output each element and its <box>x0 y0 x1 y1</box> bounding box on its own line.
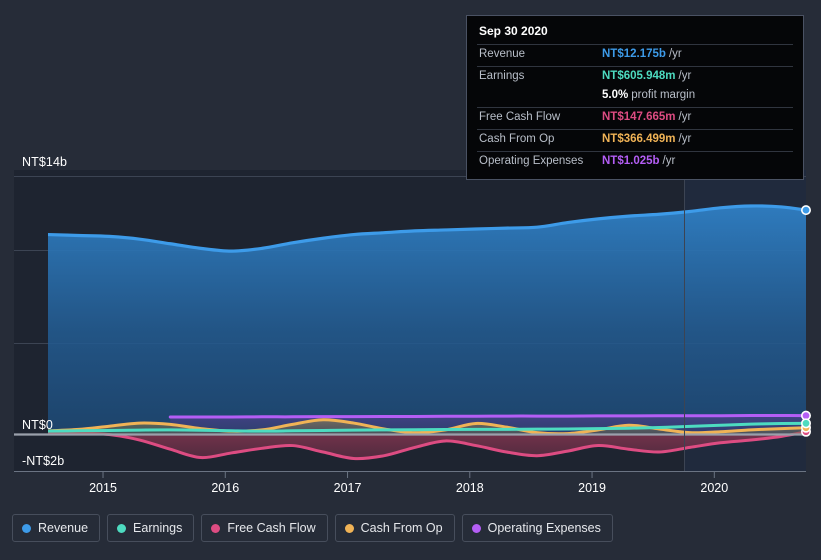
tooltip-row-label: Cash From Op <box>479 133 555 145</box>
tooltip-row-value: NT$12.175b <box>602 48 666 60</box>
tooltip-row-label: Operating Expenses <box>479 155 584 167</box>
tooltip-row: 5.0% profit margin <box>477 88 793 107</box>
tooltip-row-unit: /yr <box>662 155 676 167</box>
x-tick-label-2018: 2018 <box>455 481 484 495</box>
financial-chart: NT$14b NT$0 -NT$2b 2015 2016 2017 2018 2019 2… <box>0 0 821 560</box>
tooltip-row-unit: profit margin <box>631 89 696 101</box>
tooltip-row-label: Revenue <box>479 48 526 60</box>
tooltip-row-unit: /yr <box>678 70 692 82</box>
x-tick-label-2016: 2016 <box>211 481 240 495</box>
y-axis-label-min: -NT$2b <box>22 454 65 468</box>
y-axis-label-zero: NT$0 <box>22 418 53 432</box>
legend-item-operating-expenses[interactable]: Operating Expenses <box>461 514 613 542</box>
x-tick-label-2015: 2015 <box>89 481 117 495</box>
tooltip-row-label: Free Cash Flow <box>479 111 561 123</box>
data-tooltip: Sep 30 2020 Revenue NT$12.175b/yr Earnings… <box>466 15 804 180</box>
y-axis-label-max: NT$14b <box>22 155 68 169</box>
tooltip-row: Free Cash Flow NT$147.665m/yr <box>477 107 793 129</box>
chart-legend[interactable]: Revenue Earnings Free Cash Flow Cash From O… <box>12 514 613 542</box>
tooltip-row-label: Earnings <box>479 70 525 82</box>
x-tick-label-2020: 2020 <box>700 481 729 495</box>
x-tick-label-2017: 2017 <box>333 481 362 495</box>
legend-item-earnings[interactable]: Earnings <box>107 514 195 542</box>
tooltip-row-value: 5.0% <box>602 89 629 101</box>
legend-item-label: Revenue <box>38 521 89 535</box>
series-line-operating-expenses[interactable] <box>168 414 806 419</box>
tooltip-row: Cash From Op NT$366.499m/yr <box>477 129 793 151</box>
tooltip-row-unit: /yr <box>678 133 692 145</box>
tooltip-row: Revenue NT$12.175b/yr <box>477 44 793 66</box>
legend-item-label: Earnings <box>133 521 183 535</box>
legend-color-dot-icon <box>117 523 127 533</box>
legend-color-dot-icon <box>344 523 354 533</box>
endpoint-marker-earnings[interactable] <box>800 418 811 429</box>
series-layer <box>48 204 806 461</box>
endpoint-marker-revenue[interactable] <box>800 205 811 216</box>
x-tick-label-2019: 2019 <box>578 481 606 495</box>
legend-item-label: Free Cash Flow <box>227 521 316 535</box>
tooltip-rows: Revenue NT$12.175b/yr Earnings NT$605.948m /… <box>477 44 793 173</box>
x-axis-ticks <box>102 472 715 478</box>
legend-item-label: Cash From Op <box>360 521 443 535</box>
tooltip-row: Operating Expenses NT$1.025b/yr <box>477 151 793 173</box>
legend-item-revenue[interactable]: Revenue <box>12 514 101 542</box>
tooltip-row-value: NT$366.499m <box>602 133 676 145</box>
legend-color-dot-icon <box>22 523 31 533</box>
tooltip-date: Sep 30 2020 <box>479 24 548 38</box>
tooltip-row-unit: /yr <box>668 48 682 60</box>
tooltip-row: Earnings NT$605.948m/yr <box>477 66 793 88</box>
tooltip-row-value: NT$147.665m <box>602 111 676 123</box>
legend-item-cash-from-op[interactable]: Cash From Op <box>334 514 455 542</box>
legend-color-dot-icon <box>211 523 221 533</box>
tooltip-row-value: NT$1.025b <box>602 155 660 167</box>
legend-item-label: Operating Expenses <box>487 521 601 535</box>
tooltip-row-unit: /yr <box>678 111 692 123</box>
legend-color-dot-icon <box>471 523 481 533</box>
legend-item-free-cash-flow[interactable]: Free Cash Flow <box>201 514 328 542</box>
tooltip-row-value: NT$605.948m <box>602 70 676 82</box>
